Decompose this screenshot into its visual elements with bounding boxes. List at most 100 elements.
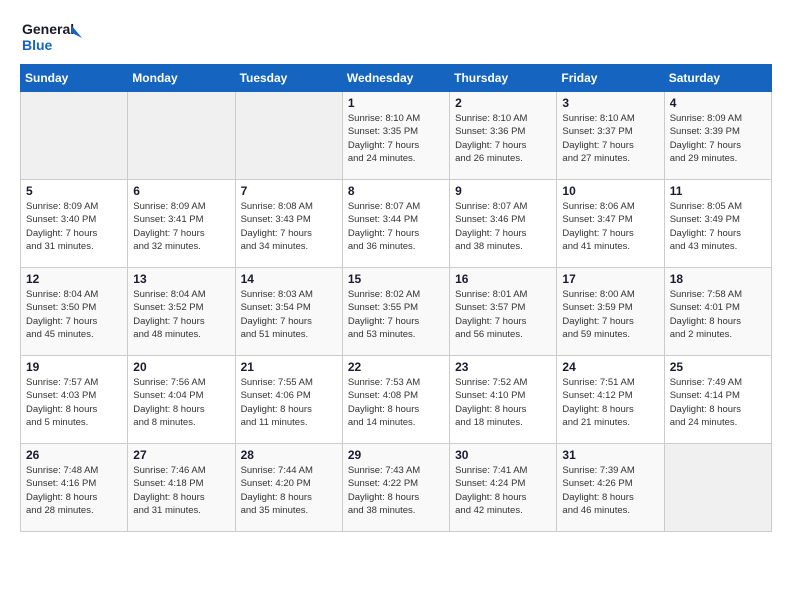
day-number: 25 xyxy=(670,360,766,374)
cell-info: Daylight: 7 hours xyxy=(348,227,444,240)
cell-info: Sunrise: 8:04 AM xyxy=(133,288,229,301)
day-number: 4 xyxy=(670,96,766,110)
cell-info: Daylight: 8 hours xyxy=(133,491,229,504)
calendar-cell: 30Sunrise: 7:41 AMSunset: 4:24 PMDayligh… xyxy=(450,444,557,532)
cell-info: and 26 minutes. xyxy=(455,152,551,165)
cell-info: Sunrise: 8:03 AM xyxy=(241,288,337,301)
cell-info: Sunrise: 7:39 AM xyxy=(562,464,658,477)
cell-info: and 48 minutes. xyxy=(133,328,229,341)
cell-info: Sunrise: 8:05 AM xyxy=(670,200,766,213)
day-number: 26 xyxy=(26,448,122,462)
day-number: 21 xyxy=(241,360,337,374)
calendar-cell: 7Sunrise: 8:08 AMSunset: 3:43 PMDaylight… xyxy=(235,180,342,268)
cell-info: Sunrise: 8:07 AM xyxy=(455,200,551,213)
day-number: 19 xyxy=(26,360,122,374)
day-number: 2 xyxy=(455,96,551,110)
cell-info: Sunrise: 8:00 AM xyxy=(562,288,658,301)
cell-info: Daylight: 8 hours xyxy=(348,403,444,416)
cell-info: Daylight: 7 hours xyxy=(455,227,551,240)
cell-info: Sunrise: 7:46 AM xyxy=(133,464,229,477)
day-number: 5 xyxy=(26,184,122,198)
calendar-table: SundayMondayTuesdayWednesdayThursdayFrid… xyxy=(20,64,772,532)
col-header-thursday: Thursday xyxy=(450,65,557,92)
cell-info: Sunset: 3:54 PM xyxy=(241,301,337,314)
day-number: 6 xyxy=(133,184,229,198)
calendar-cell: 18Sunrise: 7:58 AMSunset: 4:01 PMDayligh… xyxy=(664,268,771,356)
cell-info: and 36 minutes. xyxy=(348,240,444,253)
cell-info: Sunset: 3:43 PM xyxy=(241,213,337,226)
day-number: 9 xyxy=(455,184,551,198)
cell-info: Daylight: 7 hours xyxy=(26,315,122,328)
cell-info: and 31 minutes. xyxy=(26,240,122,253)
cell-info: Daylight: 8 hours xyxy=(241,491,337,504)
cell-info: Daylight: 7 hours xyxy=(562,139,658,152)
cell-info: Sunset: 4:18 PM xyxy=(133,477,229,490)
calendar-cell: 15Sunrise: 8:02 AMSunset: 3:55 PMDayligh… xyxy=(342,268,449,356)
cell-info: Sunrise: 7:56 AM xyxy=(133,376,229,389)
cell-info: Daylight: 7 hours xyxy=(455,139,551,152)
cell-info: Daylight: 8 hours xyxy=(26,403,122,416)
cell-info: Daylight: 7 hours xyxy=(133,315,229,328)
cell-info: Sunset: 3:47 PM xyxy=(562,213,658,226)
calendar-cell: 6Sunrise: 8:09 AMSunset: 3:41 PMDaylight… xyxy=(128,180,235,268)
cell-info: Sunset: 4:26 PM xyxy=(562,477,658,490)
logo-icon: GeneralBlue xyxy=(20,16,90,56)
cell-info: Sunset: 4:22 PM xyxy=(348,477,444,490)
cell-info: Sunset: 3:36 PM xyxy=(455,125,551,138)
cell-info: Sunrise: 8:10 AM xyxy=(562,112,658,125)
cell-info: and 35 minutes. xyxy=(241,504,337,517)
calendar-cell: 12Sunrise: 8:04 AMSunset: 3:50 PMDayligh… xyxy=(21,268,128,356)
cell-info: Daylight: 7 hours xyxy=(670,227,766,240)
cell-info: Daylight: 8 hours xyxy=(670,403,766,416)
cell-info: Sunrise: 8:09 AM xyxy=(133,200,229,213)
cell-info: and 24 minutes. xyxy=(348,152,444,165)
cell-info: Sunset: 4:20 PM xyxy=(241,477,337,490)
cell-info: and 28 minutes. xyxy=(26,504,122,517)
day-number: 3 xyxy=(562,96,658,110)
day-number: 14 xyxy=(241,272,337,286)
cell-info: and 41 minutes. xyxy=(562,240,658,253)
day-number: 17 xyxy=(562,272,658,286)
cell-info: Sunrise: 8:01 AM xyxy=(455,288,551,301)
cell-info: Daylight: 8 hours xyxy=(241,403,337,416)
cell-info: and 24 minutes. xyxy=(670,416,766,429)
calendar-cell: 20Sunrise: 7:56 AMSunset: 4:04 PMDayligh… xyxy=(128,356,235,444)
cell-info: and 2 minutes. xyxy=(670,328,766,341)
cell-info: and 8 minutes. xyxy=(133,416,229,429)
cell-info: Sunset: 4:10 PM xyxy=(455,389,551,402)
cell-info: Daylight: 7 hours xyxy=(670,139,766,152)
cell-info: Sunrise: 7:57 AM xyxy=(26,376,122,389)
cell-info: Sunrise: 7:58 AM xyxy=(670,288,766,301)
calendar-cell: 27Sunrise: 7:46 AMSunset: 4:18 PMDayligh… xyxy=(128,444,235,532)
calendar-cell xyxy=(21,92,128,180)
cell-info: and 18 minutes. xyxy=(455,416,551,429)
calendar-cell xyxy=(664,444,771,532)
calendar-cell: 9Sunrise: 8:07 AMSunset: 3:46 PMDaylight… xyxy=(450,180,557,268)
cell-info: Sunset: 3:39 PM xyxy=(670,125,766,138)
calendar-cell: 5Sunrise: 8:09 AMSunset: 3:40 PMDaylight… xyxy=(21,180,128,268)
week-row-4: 19Sunrise: 7:57 AMSunset: 4:03 PMDayligh… xyxy=(21,356,772,444)
cell-info: and 31 minutes. xyxy=(133,504,229,517)
day-number: 24 xyxy=(562,360,658,374)
calendar-cell: 17Sunrise: 8:00 AMSunset: 3:59 PMDayligh… xyxy=(557,268,664,356)
week-row-3: 12Sunrise: 8:04 AMSunset: 3:50 PMDayligh… xyxy=(21,268,772,356)
cell-info: and 38 minutes. xyxy=(348,504,444,517)
cell-info: Sunset: 4:08 PM xyxy=(348,389,444,402)
day-number: 13 xyxy=(133,272,229,286)
day-number: 12 xyxy=(26,272,122,286)
col-header-friday: Friday xyxy=(557,65,664,92)
calendar-cell: 3Sunrise: 8:10 AMSunset: 3:37 PMDaylight… xyxy=(557,92,664,180)
week-row-1: 1Sunrise: 8:10 AMSunset: 3:35 PMDaylight… xyxy=(21,92,772,180)
cell-info: Sunrise: 8:04 AM xyxy=(26,288,122,301)
day-number: 10 xyxy=(562,184,658,198)
cell-info: and 34 minutes. xyxy=(241,240,337,253)
cell-info: and 21 minutes. xyxy=(562,416,658,429)
cell-info: Daylight: 7 hours xyxy=(455,315,551,328)
calendar-cell: 13Sunrise: 8:04 AMSunset: 3:52 PMDayligh… xyxy=(128,268,235,356)
cell-info: Daylight: 7 hours xyxy=(348,139,444,152)
calendar-cell: 8Sunrise: 8:07 AMSunset: 3:44 PMDaylight… xyxy=(342,180,449,268)
cell-info: Sunrise: 8:10 AM xyxy=(348,112,444,125)
calendar-cell: 19Sunrise: 7:57 AMSunset: 4:03 PMDayligh… xyxy=(21,356,128,444)
cell-info: and 51 minutes. xyxy=(241,328,337,341)
cell-info: Sunset: 4:06 PM xyxy=(241,389,337,402)
